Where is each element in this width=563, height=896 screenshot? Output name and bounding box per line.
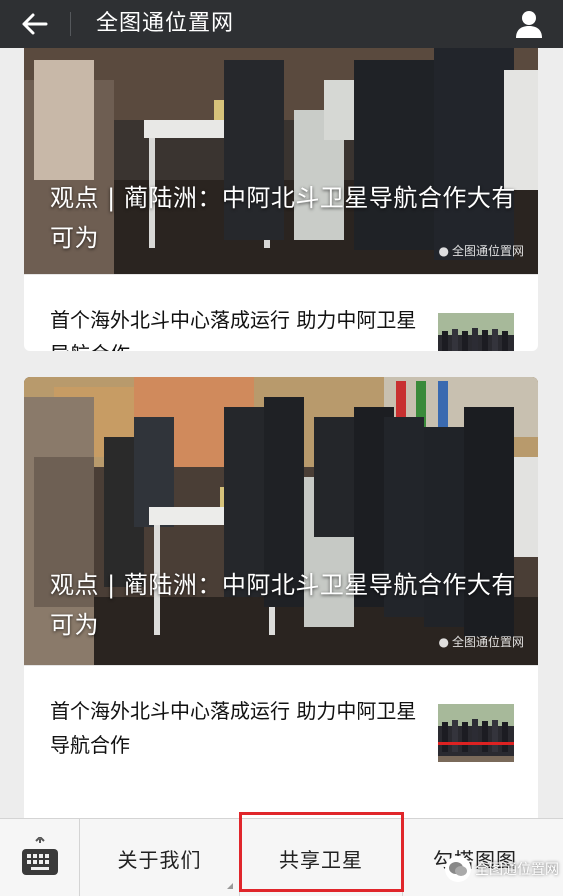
profile-button[interactable] <box>509 4 549 44</box>
wechat-icon: ● <box>438 243 449 258</box>
list-item-title: 首个海外北斗中心落成运行 助力中阿卫星导航合作 <box>50 699 417 757</box>
list-item-thumbnail <box>438 313 514 351</box>
back-button[interactable] <box>14 6 54 42</box>
watermark-text: 全图通位置网 <box>451 244 524 258</box>
header-divider <box>70 12 71 36</box>
hero-article[interactable]: 观点 | 蔺陆洲：中阿北斗卫星导航合作大有可为 ● 全图通位置网 <box>24 48 538 274</box>
menu-item-about-us[interactable]: 关于我们 <box>80 819 240 896</box>
page-title: 全图通位置网 <box>96 11 235 36</box>
menu-item-label: 共享卫星 <box>279 847 363 872</box>
submenu-indicator-icon <box>227 883 233 889</box>
wechat-logo-icon <box>445 856 471 882</box>
keyboard-icon <box>21 837 58 875</box>
article-card: 观点 | 蔺陆洲：中阿北斗卫星导航合作大有可为 ● 全图通位置网 首个海外北斗中… <box>24 377 538 818</box>
keyboard-toggle-button[interactable] <box>0 819 80 896</box>
bottom-watermark-text: 全图通位置网 <box>475 862 559 878</box>
watermark: ● 全图通位置网 <box>439 633 525 650</box>
bottom-watermark: 全图通位置网 <box>445 856 559 882</box>
list-item[interactable]: 首个海外北斗中心落成运行 助力中阿卫星导航合作 <box>24 274 538 351</box>
menu-item-label: 关于我们 <box>117 847 202 872</box>
top-bar: 全图通位置网 <box>0 0 563 48</box>
hero-article[interactable]: 观点 | 蔺陆洲：中阿北斗卫星导航合作大有可为 ● 全图通位置网 <box>24 377 538 665</box>
menu-item-share-satellite[interactable]: 共享卫星 <box>240 819 402 896</box>
arrow-left-icon <box>22 13 48 35</box>
wechat-icon: ● <box>438 634 449 649</box>
list-item[interactable]: 首个海外北斗中心落成运行 助力中阿卫星导航合作 <box>24 665 538 789</box>
list-item-title: 首个海外北斗中心落成运行 助力中阿卫星导航合作 <box>50 308 417 351</box>
watermark: ● 全图通位置网 <box>439 242 525 259</box>
article-feed: 观点 | 蔺陆洲：中阿北斗卫星导航合作大有可为 ● 全图通位置网 首个海外北斗中… <box>0 48 563 818</box>
watermark-text: 全图通位置网 <box>451 635 524 649</box>
person-icon <box>516 11 542 38</box>
list-item-thumbnail <box>438 704 514 762</box>
article-card: 观点 | 蔺陆洲：中阿北斗卫星导航合作大有可为 ● 全图通位置网 首个海外北斗中… <box>24 48 538 351</box>
